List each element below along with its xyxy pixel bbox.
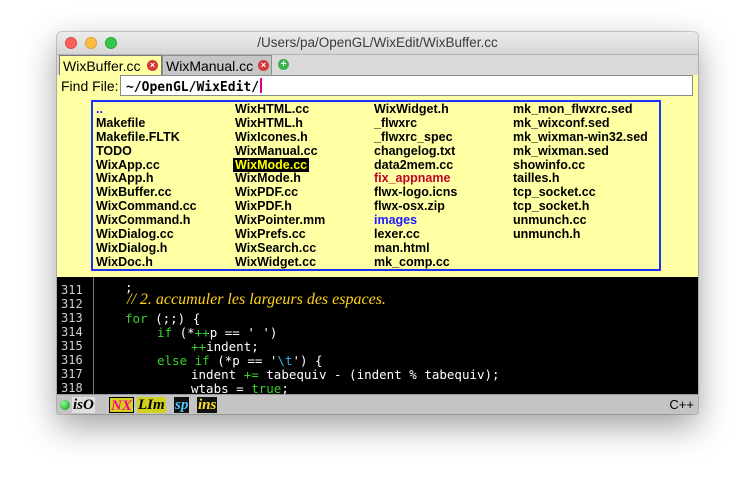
line-number: 318 — [61, 381, 83, 395]
file-list-item[interactable]: Makefile — [96, 116, 197, 131]
code-comment-312: // 2. accumuler les largeurs des espaces… — [127, 291, 386, 308]
status-led-icon — [60, 400, 70, 410]
gutter-divider — [93, 277, 94, 394]
file-list-item[interactable]: unmunch.h — [513, 227, 648, 242]
insert-mode-badge[interactable]: ins — [197, 397, 218, 413]
file-list-item[interactable]: WixApp.h — [96, 172, 197, 186]
find-file-input[interactable]: ~/OpenGL/WixEdit/ — [120, 75, 693, 96]
line-number: 317 — [61, 367, 83, 381]
status-bar: isO NX LIm sp ins C++ — [57, 394, 698, 414]
language-indicator[interactable]: C++ — [669, 397, 694, 412]
file-list-item[interactable]: WixMode.h — [235, 172, 325, 186]
file-list-item[interactable]: data2mem.cc — [374, 158, 457, 173]
file-list-item[interactable]: unmunch.cc — [513, 213, 648, 228]
file-list-item[interactable]: fix_appname — [374, 172, 457, 186]
line-number: 312 — [61, 297, 83, 311]
find-file-value: ~/OpenGL/WixEdit/ — [126, 80, 260, 95]
line-number: 314 — [61, 325, 83, 339]
file-list-item[interactable]: tcp_socket.cc — [513, 185, 648, 200]
file-completion-area: .. Makefile Makefile.FLTK TODO WixApp.cc WixA… — [57, 97, 698, 277]
file-list-item[interactable]: WixSearch.cc — [235, 241, 325, 256]
code-editor[interactable]: 311 312 313 314 315 316 317 318 ; // 2. accumul… — [57, 277, 698, 396]
encoding-badge[interactable]: isO — [72, 397, 95, 413]
file-list-item[interactable]: flwx-osx.zip — [374, 199, 457, 214]
find-file-label: Find File: — [61, 78, 119, 94]
editor-window: /Users/pa/OpenGL/WixEdit/WixBuffer.cc Wi… — [57, 32, 698, 414]
file-list-item[interactable]: lexer.cc — [374, 227, 457, 242]
tab-wixmanual[interactable]: WixManual.cc × — [162, 55, 272, 75]
code-line-313: for (;;) { — [125, 311, 201, 326]
title-bar: /Users/pa/OpenGL/WixEdit/WixBuffer.cc — [57, 32, 698, 55]
file-list-item[interactable]: mk_wixman.sed — [513, 144, 648, 159]
code-line-316: else if (*p == '\t') { — [157, 353, 323, 368]
file-list-item[interactable]: WixDoc.h — [96, 255, 197, 270]
file-list-item[interactable]: WixPDF.cc — [235, 185, 325, 200]
file-list-item[interactable]: WixBuffer.cc — [96, 185, 197, 200]
file-list-item[interactable]: tcp_socket.h — [513, 199, 648, 214]
file-list-item[interactable]: showinfo.cc — [513, 158, 648, 173]
file-list-item[interactable]: tailles.h — [513, 172, 648, 186]
file-list-item[interactable]: mk_wixconf.sed — [513, 116, 648, 131]
file-list-item[interactable]: WixPDF.h — [235, 199, 325, 214]
tab-label: WixManual.cc — [166, 58, 254, 74]
code-line-317: indent += tabequiv - (indent % tabequiv)… — [191, 367, 500, 382]
file-list-item[interactable]: WixWidget.h — [374, 102, 457, 117]
file-list-item[interactable]: _flwxrc — [374, 116, 457, 131]
code-line-314: if (*++p == ' ') — [157, 325, 278, 340]
tab-wixbuffer[interactable]: WixBuffer.cc × — [59, 55, 162, 75]
file-completion-list[interactable]: .. Makefile Makefile.FLTK TODO WixApp.cc WixA… — [91, 100, 661, 271]
file-list-item[interactable]: man.html — [374, 241, 457, 256]
find-file-row: Find File: ~/OpenGL/WixEdit/ — [57, 75, 698, 97]
file-column: mk_mon_flwxrc.sed mk_wixconf.sed mk_wixman… — [513, 102, 648, 242]
file-list-item[interactable]: WixMode.cc — [233, 157, 325, 173]
file-column: WixHTML.cc WixHTML.h WixIcones.h WixManual.… — [233, 102, 325, 270]
file-column: WixWidget.h _flwxrc _flwxrc_spec changelog.… — [374, 102, 457, 270]
file-list-item[interactable]: WixWidget.cc — [235, 255, 325, 270]
file-list-item[interactable]: _flwxrc_spec — [374, 130, 457, 145]
window-title: /Users/pa/OpenGL/WixEdit/WixBuffer.cc — [257, 35, 498, 50]
file-list-item[interactable]: mk_wixman-win32.sed — [513, 130, 648, 145]
line-number: 316 — [61, 353, 83, 367]
file-list-item[interactable]: mk_mon_flwxrc.sed — [513, 102, 648, 117]
file-list-item[interactable]: flwx-logo.icns — [374, 185, 457, 200]
text-cursor — [260, 78, 263, 93]
line-number: 313 — [61, 311, 83, 325]
file-list-item[interactable]: WixIcones.h — [235, 130, 325, 145]
close-tab-icon[interactable]: × — [147, 60, 158, 71]
file-list-item[interactable]: WixPrefs.cc — [235, 227, 325, 242]
code-line-315: ++indent; — [191, 339, 259, 354]
tab-bar: WixBuffer.cc × WixManual.cc × — [57, 55, 698, 75]
file-list-item[interactable]: WixHTML.h — [235, 116, 325, 131]
file-list-item[interactable]: WixApp.cc — [96, 158, 197, 173]
tab-label: WixBuffer.cc — [63, 58, 141, 74]
file-list-item[interactable]: TODO — [96, 144, 197, 159]
spell-badge[interactable]: sp — [174, 397, 190, 413]
file-list-item[interactable]: WixManual.cc — [235, 144, 325, 159]
file-list-item[interactable]: WixCommand.cc — [96, 199, 197, 214]
line-ending-badge[interactable]: NX — [109, 397, 134, 414]
new-tab-icon[interactable]: + — [278, 59, 289, 70]
file-column: .. Makefile Makefile.FLTK TODO WixApp.cc WixA… — [96, 102, 197, 270]
file-list-item[interactable]: mk_comp.cc — [374, 255, 457, 270]
file-list-item[interactable]: .. — [96, 102, 197, 117]
file-list-item[interactable]: WixPointer.mm — [235, 213, 325, 228]
line-mode-badge[interactable]: LIm — [137, 397, 166, 413]
line-number-gutter: 311 312 313 314 315 316 317 318 — [57, 277, 91, 395]
file-list-item[interactable]: changelog.txt — [374, 144, 457, 159]
file-list-item[interactable]: images — [374, 213, 457, 228]
file-list-item[interactable]: Makefile.FLTK — [96, 130, 197, 145]
file-list-item[interactable]: WixDialog.cc — [96, 227, 197, 242]
line-number: 315 — [61, 339, 83, 353]
close-tab-icon[interactable]: × — [258, 60, 269, 71]
line-number: 311 — [61, 283, 83, 297]
file-list-item[interactable]: WixHTML.cc — [235, 102, 325, 117]
file-list-item[interactable]: WixDialog.h — [96, 241, 197, 256]
file-list-item[interactable]: WixCommand.h — [96, 213, 197, 228]
